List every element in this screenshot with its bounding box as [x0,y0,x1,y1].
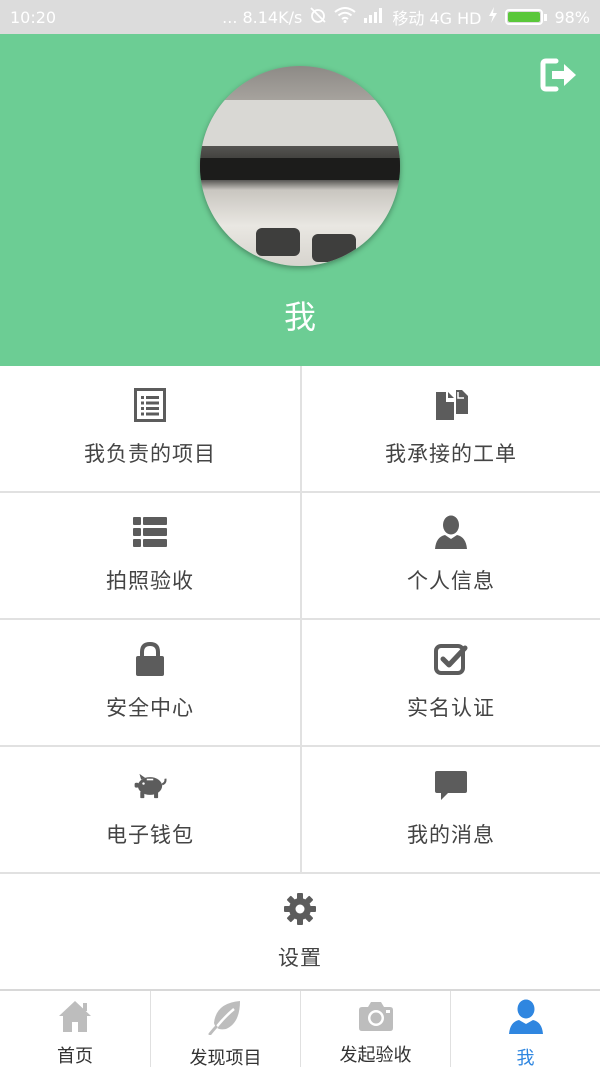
signal-icon [363,7,385,27]
menu-item-label: 电子钱包 [106,823,194,847]
menu-row: 拍照验收 个人信息 [0,493,600,620]
menu-item-personal-info[interactable]: 个人信息 [300,493,600,618]
battery-icon [505,9,548,25]
menu-item-real-name-auth[interactable]: 实名认证 [300,620,600,745]
gear-icon [283,892,317,926]
wifi-icon [334,7,356,27]
status-indicators: ... 8.14K/s 移动 4G HD 98% [222,5,590,29]
menu-item-label: 拍照验收 [106,569,194,593]
menu-item-label: 个人信息 [407,569,495,593]
nav-tab-home[interactable]: 首页 [0,991,150,1067]
status-time: 10:20 [10,7,57,27]
menu-item-label: 我承接的工单 [385,442,517,466]
nav-tab-start-acceptance[interactable]: 发起验收 [300,991,450,1067]
user-icon [508,999,544,1035]
menu-item-label: 我负责的项目 [84,442,216,466]
menu-item-security-center[interactable]: 安全中心 [0,620,300,745]
piggy-bank-icon [133,769,167,803]
menu-row: 设置 [0,874,600,988]
menu-item-settings[interactable]: 设置 [0,874,600,988]
profile-name: 我 [283,298,316,336]
status-bar: 10:20 ... 8.14K/s 移动 4G HD 98% [0,0,600,34]
menu-item-label: 我的消息 [407,823,495,847]
files-icon [434,388,468,422]
leaf-icon [208,999,244,1035]
menu-item-label: 实名认证 [407,696,495,720]
menu-item-my-orders[interactable]: 我承接的工单 [300,366,600,491]
battery-percent: 98% [554,7,590,27]
alarm-off-icon [309,6,327,28]
nav-tab-label: 我 [516,1048,535,1067]
nav-tab-label: 首页 [57,1046,93,1067]
nav-tab-discover[interactable]: 发现项目 [150,991,300,1067]
home-icon [57,999,93,1033]
menu-item-e-wallet[interactable]: 电子钱包 [0,747,300,872]
network-speed: ... 8.14K/s [222,7,303,27]
profile-header: 我 [0,34,600,366]
logout-button[interactable] [540,58,578,92]
logout-icon [540,58,576,92]
lock-icon [133,642,167,676]
battery-level [508,12,540,22]
menu-grid: 我负责的项目 我承接的工单 拍照验收 个人信息 安全中心 实名认证 电子钱包 我… [0,366,600,988]
menu-item-label: 安全中心 [106,696,194,720]
avatar[interactable] [200,66,400,266]
menu-item-photo-acceptance[interactable]: 拍照验收 [0,493,300,618]
nav-tab-label: 发现项目 [189,1048,262,1067]
user-icon [434,515,468,549]
camera-icon [358,999,394,1032]
nav-tab-me[interactable]: 我 [450,991,600,1067]
message-icon [434,769,468,803]
carrier-label: 移动 4G HD [392,9,482,28]
bottom-nav: 首页 发现项目 发起验收 我 [0,989,600,1067]
list-document-icon [133,388,167,422]
check-square-icon [434,642,468,676]
charging-icon [488,7,498,27]
menu-item-my-projects[interactable]: 我负责的项目 [0,366,300,491]
menu-row: 电子钱包 我的消息 [0,747,600,874]
nav-tab-label: 发起验收 [339,1045,412,1066]
menu-item-my-messages[interactable]: 我的消息 [300,747,600,872]
menu-row: 我负责的项目 我承接的工单 [0,366,600,493]
menu-row: 安全中心 实名认证 [0,620,600,747]
list-icon [133,515,167,549]
menu-item-label: 设置 [278,946,322,970]
